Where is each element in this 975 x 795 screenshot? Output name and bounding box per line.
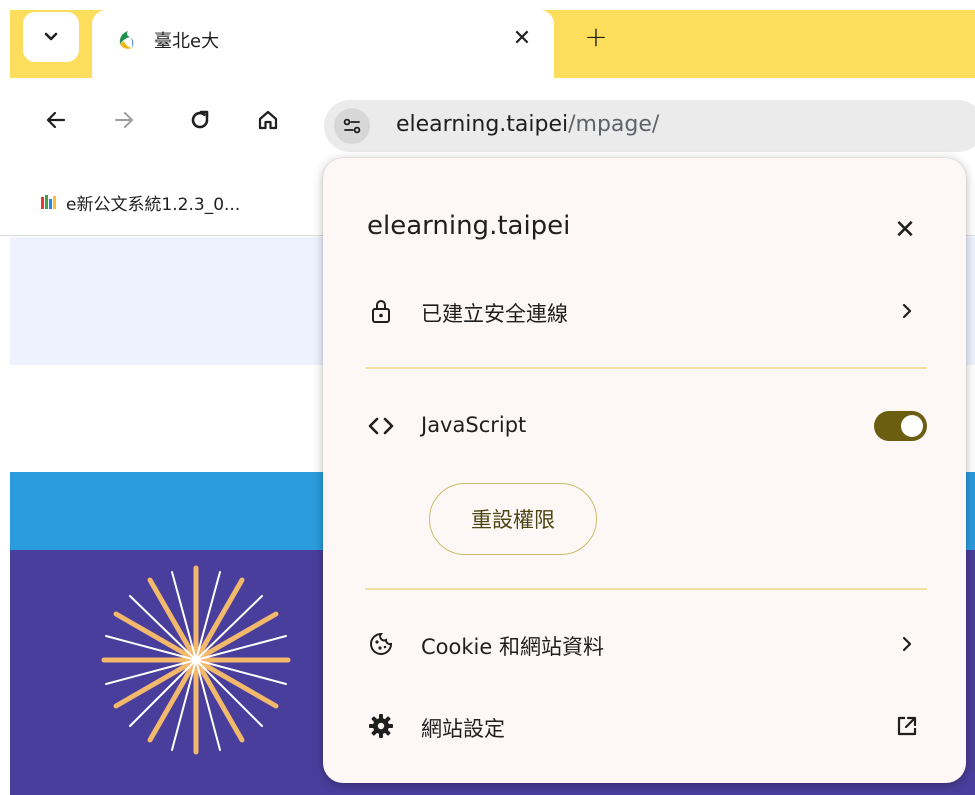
reload-icon [191,110,209,129]
chevron-down-icon [44,32,58,41]
home-icon [258,110,278,130]
tune-icon [343,118,361,134]
bookmark-label: e新公文系統1.2.3_0... [66,195,241,215]
tab-strip: 臺北e大 ✕ + [0,0,975,80]
site-settings-label: 網站設定 [421,717,505,741]
popup-close-button[interactable]: ✕ [885,210,925,250]
code-icon [367,412,395,440]
url-host: elearning.taipei [396,112,569,137]
toggle-knob [901,415,923,437]
tab-active[interactable]: 臺北e大 ✕ [92,10,554,80]
site-favicon [119,31,134,49]
popup-site-title: elearning.taipei [367,211,571,241]
address-bar[interactable]: elearning.taipei/mpage/ [324,100,975,152]
bookmark-favicon-icon [41,194,56,209]
reload-button[interactable] [180,100,220,140]
gear-icon [367,712,395,740]
site-settings-row[interactable]: 網站設定 [323,698,966,754]
bookmark-item[interactable]: e新公文系統1.2.3_0... [40,190,240,215]
tab-title: 臺北e大 [154,31,220,52]
lock-icon [367,297,395,325]
tab-close-button[interactable]: ✕ [508,24,536,52]
firework-illustration [101,565,291,755]
forward-arrow-icon [115,112,133,128]
cookie-label: Cookie 和網站資料 [421,635,604,659]
javascript-toggle[interactable] [874,411,927,441]
cookie-row[interactable]: Cookie 和網站資料 [323,616,966,672]
address-url[interactable]: elearning.taipei/mpage/ [396,112,659,137]
connection-label: 已建立安全連線 [421,302,568,326]
tab-search-button[interactable] [23,12,79,62]
cookie-icon [367,630,395,658]
javascript-row: JavaScript [323,398,966,454]
popup-divider [365,588,927,590]
forward-button[interactable] [104,100,144,140]
home-button[interactable] [248,100,288,140]
site-info-popup: elearning.taipei ✕ 已建立安全連線 JavaScript 重設… [323,158,966,783]
new-tab-button[interactable]: + [580,20,612,53]
back-arrow-icon [46,111,66,129]
chevron-right-icon [893,297,921,325]
chevron-right-icon [893,630,921,658]
connection-row[interactable]: 已建立安全連線 [323,283,966,339]
back-button[interactable] [36,100,76,140]
open-external-icon [893,712,921,740]
url-path: /mpage/ [568,112,660,137]
site-info-button[interactable] [334,108,370,144]
javascript-label: JavaScript [421,413,527,437]
popup-divider [365,367,927,369]
reset-permissions-button[interactable]: 重設權限 [429,483,597,555]
